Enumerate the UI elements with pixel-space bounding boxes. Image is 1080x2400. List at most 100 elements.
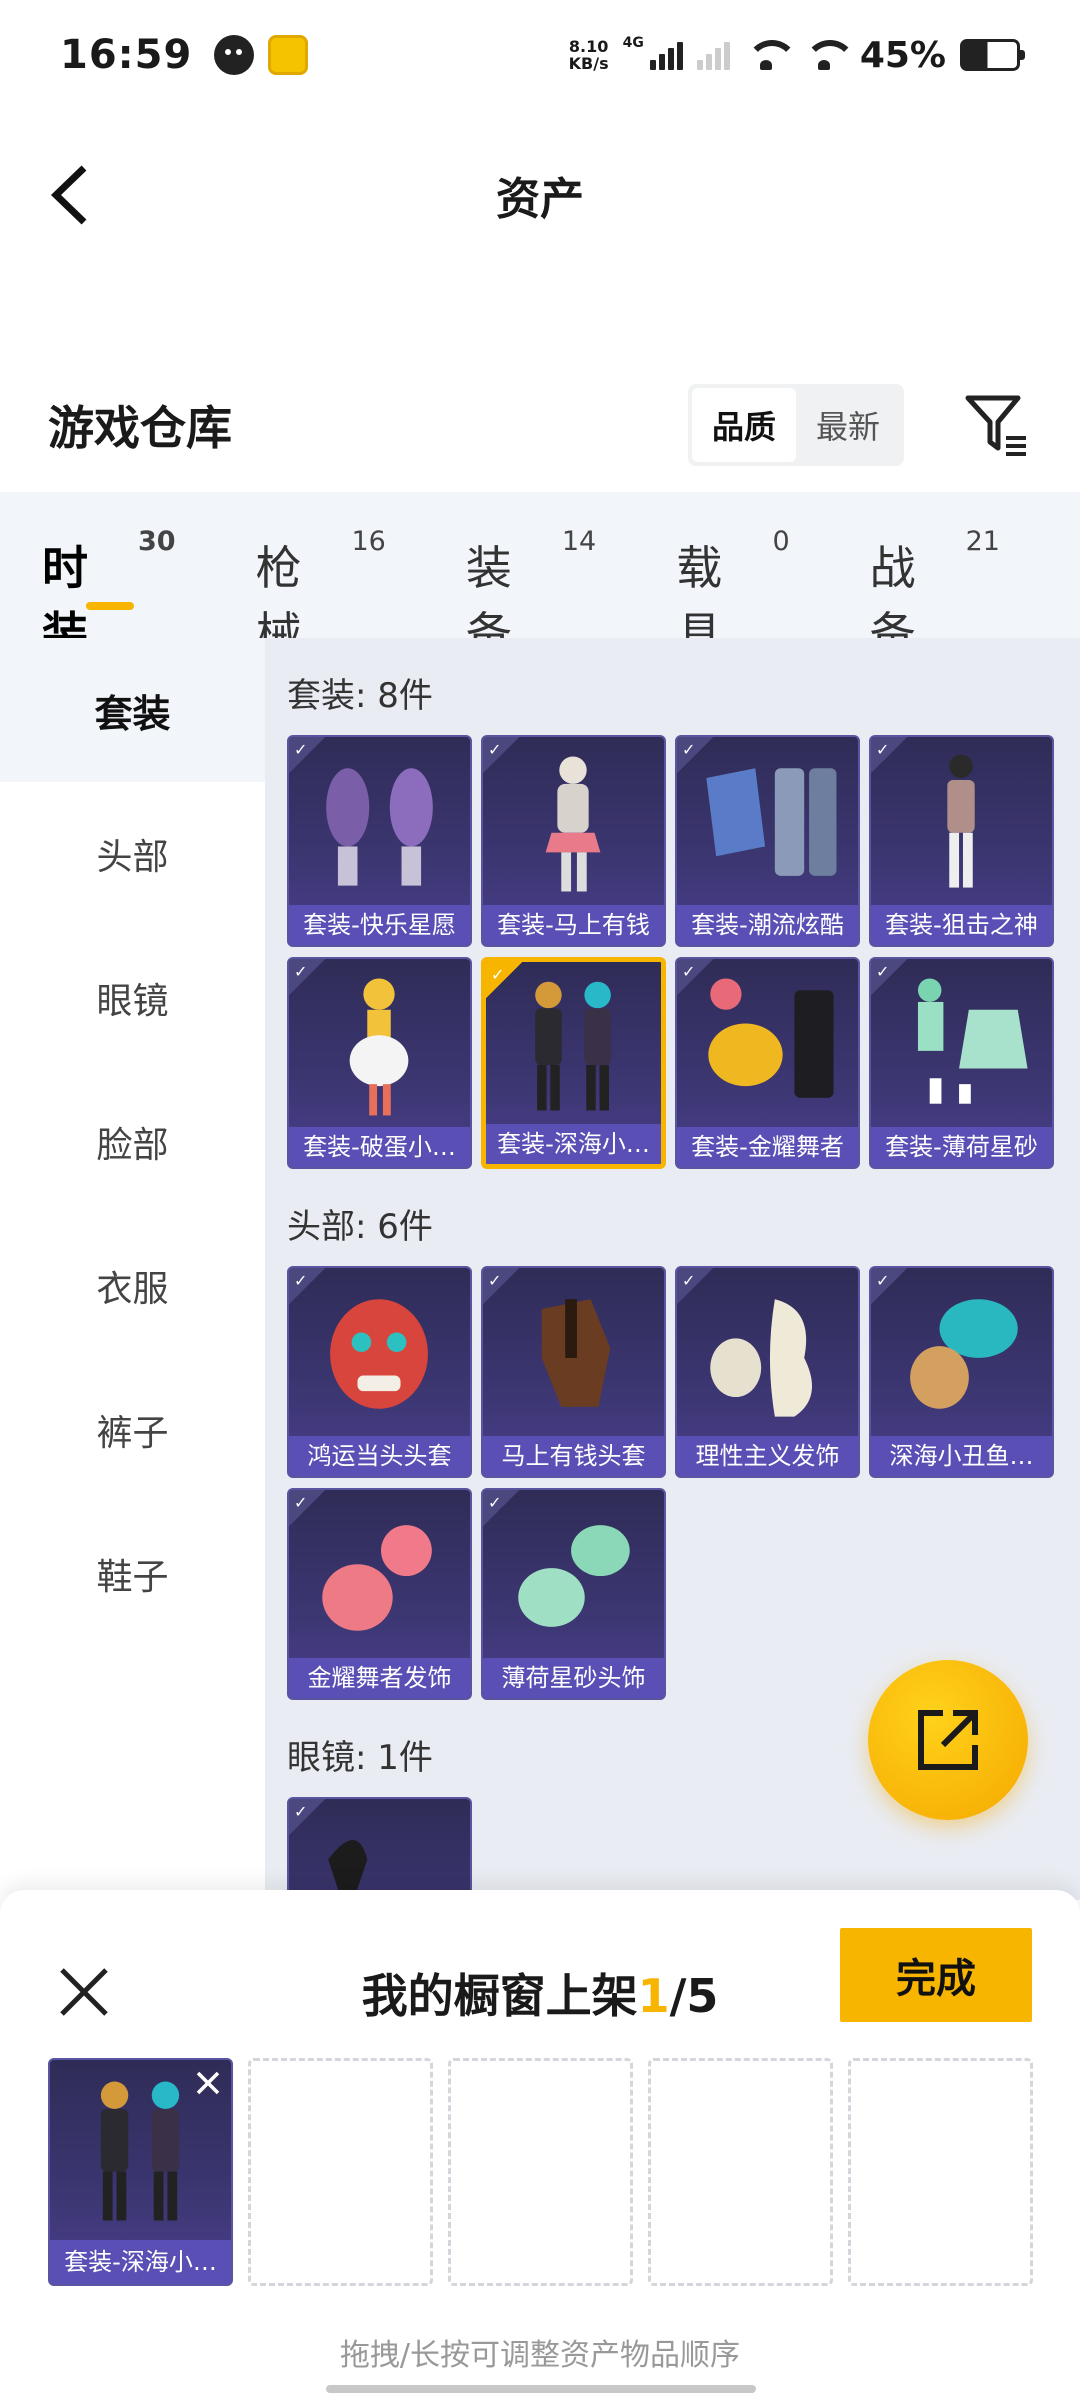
home-indicator[interactable]	[326, 2385, 756, 2393]
tab-count: 16	[351, 526, 386, 557]
asset-card[interactable]: ✓ 金耀舞者发饰	[287, 1488, 472, 1700]
asset-card[interactable]: ✓ 套装-破蛋小…	[287, 957, 472, 1169]
warehouse-header: 游戏仓库 品质 最新	[0, 370, 1080, 480]
sidebar-item-head[interactable]: 头部	[0, 782, 265, 926]
outfit-image	[708, 978, 834, 1098]
page-title: 资产	[496, 174, 584, 225]
empty-slot[interactable]	[248, 2058, 433, 2286]
headwear-image	[541, 1299, 611, 1407]
asset-card[interactable]: ✓ 套装-马上有钱	[481, 735, 666, 947]
signal-icon	[649, 40, 683, 70]
tab-vehicles[interactable]: 载具 0	[676, 520, 790, 661]
asset-card[interactable]: ✓ 理性主义发饰	[675, 1266, 860, 1478]
asset-card[interactable]: ✓ 套装-快乐星愿	[287, 735, 472, 947]
asset-card[interactable]: ✓ 套装-潮流炫酷	[675, 735, 860, 947]
asset-card[interactable]: ✓ 马上有钱头套	[481, 1266, 666, 1478]
network-speed: 8.10 KB/s	[568, 37, 609, 73]
headwear-image	[330, 1299, 428, 1409]
tab-firearms[interactable]: 枪械 16	[256, 520, 386, 661]
external-link-icon	[918, 1710, 978, 1770]
asset-name: 套装-潮流炫酷	[677, 905, 858, 945]
sort-quality-button[interactable]: 品质	[691, 388, 796, 462]
asset-name: 套装-马上有钱	[483, 905, 664, 945]
asset-name: 套装-金耀舞者	[677, 1127, 858, 1167]
sidebar-item-shoes[interactable]: 鞋子	[0, 1502, 265, 1646]
outfit-image	[917, 978, 1028, 1104]
outfit-image	[535, 981, 611, 1111]
tab-gear[interactable]: 战备 21	[870, 520, 1000, 661]
signal-2-icon	[696, 40, 730, 70]
asset-name: 套装-狙击之神	[871, 905, 1052, 945]
asset-card[interactable]: ✓	[287, 1797, 472, 1900]
asset-name: 金耀舞者发饰	[289, 1658, 470, 1698]
share-button[interactable]	[868, 1660, 1028, 1820]
asset-card[interactable]: ✓ 薄荷星砂头饰	[481, 1488, 666, 1700]
showcase-slot[interactable]: 套装-深海小…	[48, 2058, 233, 2286]
warehouse-title: 游戏仓库	[48, 401, 232, 455]
outfit-image	[349, 978, 409, 1116]
section-title-head: 头部: 6件	[287, 1207, 433, 1247]
wechat-icon	[214, 35, 255, 75]
showcase-slots: 套装-深海小…	[48, 2058, 1033, 2286]
sidebar-item-glasses[interactable]: 眼镜	[0, 926, 265, 1070]
subcategory-sidebar: 套装 头部 眼镜 脸部 衣服 裤子 鞋子	[0, 638, 265, 1902]
asset-card[interactable]: ✓ 套装-狙击之神	[869, 735, 1054, 947]
remove-icon[interactable]	[191, 2066, 225, 2100]
sort-newest-button[interactable]: 最新	[796, 388, 900, 462]
asset-name: 理性主义发饰	[677, 1436, 858, 1476]
sidebar-item-pants[interactable]: 裤子	[0, 1358, 265, 1502]
category-tabs: 时装 30 枪械 16 装备 14 载具 0 战备 21	[0, 492, 1080, 661]
outfit-image	[326, 768, 433, 886]
empty-slot[interactable]	[648, 2058, 833, 2286]
asset-card[interactable]: ✓ 深海小丑鱼…	[869, 1266, 1054, 1478]
sidebar-item-face[interactable]: 脸部	[0, 1070, 265, 1214]
headwear-image	[518, 1525, 630, 1627]
tab-count: 21	[965, 526, 1000, 557]
outfit-image	[947, 754, 975, 888]
reorder-hint: 拖拽/长按可调整资产物品顺序	[339, 2338, 741, 2373]
asset-name: 套装-快乐星愿	[289, 905, 470, 945]
headwear-image	[710, 1299, 813, 1417]
showcase-total: /5	[669, 1969, 719, 2023]
asset-name: 鸿运当头头套	[289, 1436, 470, 1476]
battery-percent: 45%	[859, 34, 946, 76]
outfit-image	[706, 768, 837, 876]
done-button[interactable]: 完成	[840, 1928, 1032, 2022]
headwear-image	[322, 1525, 432, 1631]
network-type: 4G	[622, 34, 644, 51]
asset-name: 套装-破蛋小…	[289, 1127, 470, 1167]
suit-grid: ✓ 套装-快乐星愿 ✓ 套装-马上有钱 ✓ 套装-潮流炫酷 ✓ 套装-狙击之神 …	[287, 735, 1080, 1169]
tab-count: 30	[137, 526, 176, 557]
tab-fashion[interactable]: 时装 30	[42, 520, 176, 661]
asset-card-selected[interactable]: ✓ 套装-深海小…	[481, 957, 666, 1169]
asset-name: 套装-深海小…	[50, 2240, 231, 2284]
showcase-sheet: 我的橱窗上架1/5 完成 套装-深海小… 拖拽/长按可调整资产物品顺序	[0, 1890, 1080, 2400]
showcase-current-count: 1	[637, 1969, 670, 2023]
tab-count: 14	[561, 526, 597, 557]
filter-icon[interactable]	[962, 390, 1032, 460]
asset-name: 套装-薄荷星砂	[871, 1127, 1052, 1167]
sort-segment: 品质 最新	[687, 384, 904, 466]
headwear-image	[910, 1299, 1018, 1409]
sidebar-item-suit[interactable]: 套装	[0, 638, 265, 782]
empty-slot[interactable]	[448, 2058, 633, 2286]
status-bar: 16:59 8.10 KB/s 4G 45%	[0, 0, 1080, 110]
glasses-image	[328, 1840, 368, 1900]
section-title-suits: 套装: 8件	[287, 676, 433, 716]
asset-name: 深海小丑鱼…	[871, 1436, 1052, 1476]
asset-name: 套装-深海小…	[486, 1124, 661, 1164]
head-grid: ✓ 鸿运当头头套 ✓ 马上有钱头套 ✓ 理性主义发饰 ✓ 深海小丑鱼… ✓ 金耀…	[287, 1266, 1080, 1700]
clock: 16:59	[60, 32, 193, 78]
tab-count: 0	[772, 526, 790, 557]
asset-card[interactable]: ✓ 鸿运当头头套	[287, 1266, 472, 1478]
sidebar-item-clothes[interactable]: 衣服	[0, 1214, 265, 1358]
asset-card[interactable]: ✓ 套装-薄荷星砂	[869, 957, 1054, 1169]
battery-icon	[960, 39, 1025, 71]
tab-equipment[interactable]: 装备 14	[466, 520, 597, 661]
asset-name: 薄荷星砂头饰	[483, 1658, 664, 1698]
asset-card[interactable]: ✓ 套装-金耀舞者	[675, 957, 860, 1169]
top-nav: 资产	[0, 140, 1080, 250]
back-arrow-icon[interactable]	[44, 160, 104, 230]
empty-slot[interactable]	[848, 2058, 1033, 2286]
wifi-call-icon	[744, 38, 798, 72]
